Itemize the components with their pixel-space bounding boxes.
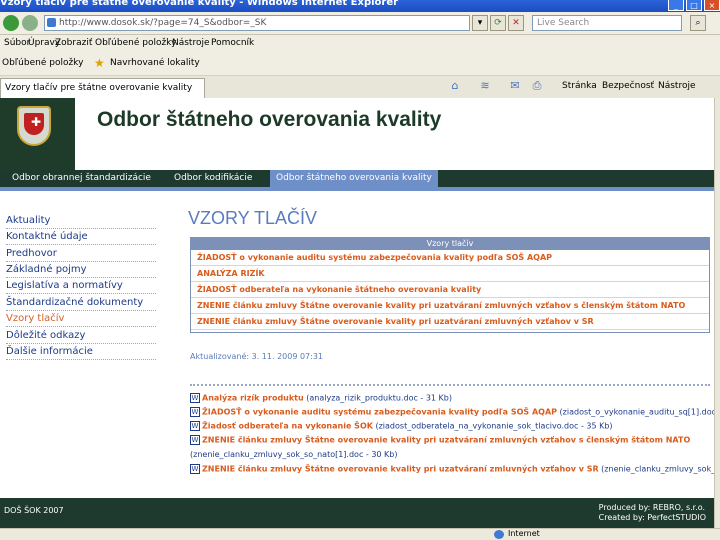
forms-table-row[interactable]: ŽIADOSŤ odberateľa na vykonanie štátneho… xyxy=(191,282,709,298)
nav-codification[interactable]: Odbor kodifikácie xyxy=(168,170,258,187)
suggested-sites-link[interactable]: Navrhované lokality xyxy=(110,58,200,68)
word-doc-icon: W xyxy=(190,421,200,431)
dotted-divider xyxy=(190,384,710,386)
footer-produced-by: Produced by: REBRO, s.r.o. xyxy=(598,503,706,512)
nav-quality[interactable]: Odbor štátneho overovania kvality xyxy=(270,170,438,187)
sidebar-item-legislation[interactable]: Legislatíva a normatívy xyxy=(6,280,156,294)
sidebar-item-documents[interactable]: Štandardizačné dokumenty xyxy=(6,297,156,311)
search-icon[interactable]: ⌕ xyxy=(690,15,706,31)
word-doc-icon: W xyxy=(190,393,200,403)
favorites-button[interactable]: Obľúbené položky xyxy=(2,58,83,68)
print-icon[interactable]: ⎙ xyxy=(530,79,544,93)
tab-bar: Vzory tlačív pre štátne overovanie kvali… xyxy=(0,76,720,99)
tab-active[interactable]: Vzory tlačív pre štátne overovanie kvali… xyxy=(0,78,205,98)
menu-view[interactable]: Zobraziť xyxy=(55,38,92,48)
page-heading: VZORY TLAČÍV xyxy=(188,208,318,228)
updated-date: Aktualizované: 3. 11. 2009 07:31 xyxy=(190,352,324,361)
forms-table-row[interactable]: ZNENIE článku zmluvy Štátne overovanie k… xyxy=(191,298,709,314)
sidebar-item-contacts[interactable]: Kontaktné údaje xyxy=(6,231,156,245)
download-item: W ZNENIE článku zmluvy Štátne overovanie … xyxy=(190,464,714,474)
stop-icon[interactable]: ✕ xyxy=(508,15,524,31)
nav-standardization[interactable]: Odbor obrannej štandardizácie xyxy=(6,170,157,187)
vertical-scrollbar[interactable] xyxy=(714,98,720,528)
download-link[interactable]: Žiadosť odberateľa na vykonanie ŠOK xyxy=(202,422,373,431)
safety-menu[interactable]: Bezpečnosť xyxy=(602,81,654,91)
forms-table-row[interactable]: ANALÝZA RIZÍK xyxy=(191,266,709,282)
forms-table-header: Vzory tlačív xyxy=(191,238,709,250)
address-toolbar: http://www.dosok.sk/?page=74_S&odbor=_SK… xyxy=(0,12,720,35)
footer-copyright: DOŠ ŠOK 2007 xyxy=(4,506,64,515)
refresh-icon[interactable]: ⟳ xyxy=(490,15,506,31)
favorites-bar: Obľúbené položky ★ Navrhované lokality xyxy=(0,53,720,76)
site-logo: ✚ xyxy=(0,98,75,170)
globe-icon xyxy=(494,530,504,539)
sidebar-item-news[interactable]: Aktuality xyxy=(6,215,156,229)
window-title: Vzory tlačív pre štátne overovanie kvali… xyxy=(0,0,399,8)
mail-icon[interactable]: ✉ xyxy=(508,79,522,93)
tools-menu[interactable]: Nástroje xyxy=(658,81,696,91)
feeds-icon[interactable]: ≋ xyxy=(478,79,492,93)
download-link[interactable]: ŽIADOSŤ o vykonanie auditu systému zabez… xyxy=(202,408,557,417)
download-meta-cont: (znenie_clanku_zmluvy_sok_so_nato[1].doc… xyxy=(190,450,398,459)
shield-icon: ✚ xyxy=(17,106,51,146)
forms-table-row[interactable]: ŽIADOSŤ o vykonanie auditu systému zabez… xyxy=(191,250,709,266)
address-url: http://www.dosok.sk/?page=74_S&odbor=_SK xyxy=(59,18,267,28)
maximize-button[interactable]: □ xyxy=(686,0,702,11)
menu-help[interactable]: Pomocník xyxy=(211,38,254,48)
download-meta: (znenie_clanku_zmluvy_sok_sr[1].doc - 35… xyxy=(601,464,714,474)
tab-label: Vzory tlačív pre štátne overovanie kvali… xyxy=(5,83,193,93)
download-meta: (analyza_rizik_produktu.doc - 31 Kb) xyxy=(303,393,452,403)
download-link[interactable]: ZNENIE článku zmluvy Štátne overovanie k… xyxy=(202,436,690,445)
site-title: Odbor štátneho overovania kvality xyxy=(97,108,442,131)
window-titlebar: Vzory tlačív pre štátne overovanie kvali… xyxy=(0,0,720,12)
site-header: ✚ Odbor štátneho overovania kvality xyxy=(0,98,714,170)
menu-bar: Súbor Úpravy Zobraziť Obľúbené položky N… xyxy=(0,35,720,53)
site-nav: Odbor obrannej štandardizácie Odbor kodi… xyxy=(0,170,714,187)
menu-file[interactable]: Súbor xyxy=(4,38,30,48)
download-link[interactable]: ZNENIE článku zmluvy Štátne overovanie k… xyxy=(202,465,599,474)
forward-button[interactable] xyxy=(22,15,38,31)
download-item: W ŽIADOSŤ o vykonanie auditu systému zabe… xyxy=(190,407,714,417)
forms-table: Vzory tlačív ŽIADOSŤ o vykonanie auditu … xyxy=(190,237,710,333)
sidebar-item-terms[interactable]: Základné pojmy xyxy=(6,264,156,278)
menu-tools[interactable]: Nástroje xyxy=(172,38,210,48)
minimize-button[interactable]: _ xyxy=(668,0,684,11)
download-item: W Analýza rizík produktu (analyza_rizik_p… xyxy=(190,393,452,403)
dropdown-icon[interactable]: ▾ xyxy=(472,15,488,31)
download-meta: (ziadost_o_vykonanie_auditu_sq[1].doc - … xyxy=(559,407,714,417)
status-bar: Internet xyxy=(0,528,720,540)
download-item: W Žiadosť odberateľa na vykonanie ŠOK (zi… xyxy=(190,421,613,431)
web-page: ✚ Odbor štátneho overovania kvality Odbo… xyxy=(0,98,714,528)
menu-favorites[interactable]: Obľúbené položky xyxy=(95,38,176,48)
page-icon xyxy=(47,18,56,27)
add-favorite-icon[interactable]: ★ xyxy=(94,57,106,69)
nav-divider xyxy=(0,187,714,191)
word-doc-icon: W xyxy=(190,435,200,445)
footer-credits: Produced by: REBRO, s.r.o. Created by: P… xyxy=(599,503,706,523)
home-icon[interactable]: ⌂ xyxy=(448,79,462,93)
word-doc-icon: W xyxy=(190,464,200,474)
address-input[interactable]: http://www.dosok.sk/?page=74_S&odbor=_SK xyxy=(44,15,470,31)
back-button[interactable] xyxy=(3,15,19,31)
download-meta: (ziadost_odberatela_na_vykonanie_sok_tla… xyxy=(372,421,613,431)
page-menu[interactable]: Stránka xyxy=(562,81,597,91)
forms-table-row[interactable]: ZNENIE článku zmluvy Štátne overovanie k… xyxy=(191,314,709,330)
download-link[interactable]: Analýza rizík produktu xyxy=(202,394,304,403)
download-item: W ZNENIE článku zmluvy Štátne overovanie … xyxy=(190,435,690,445)
site-footer: DOŠ ŠOK 2007 Produced by: REBRO, s.r.o. … xyxy=(0,498,714,528)
sidebar-item-links[interactable]: Dôležité odkazy xyxy=(6,330,156,344)
sidebar-item-foreword[interactable]: Predhovor xyxy=(6,248,156,262)
status-zone: Internet xyxy=(508,529,540,538)
word-doc-icon: W xyxy=(190,407,200,417)
search-input[interactable]: Live Search xyxy=(532,15,682,31)
close-button[interactable]: × xyxy=(704,0,720,11)
footer-created-by: Created by: PerfectSTUDIO xyxy=(598,513,706,522)
sidebar-item-forms[interactable]: Vzory tlačív xyxy=(6,313,156,327)
sidebar-item-info[interactable]: Ďalšie informácie xyxy=(6,346,156,360)
